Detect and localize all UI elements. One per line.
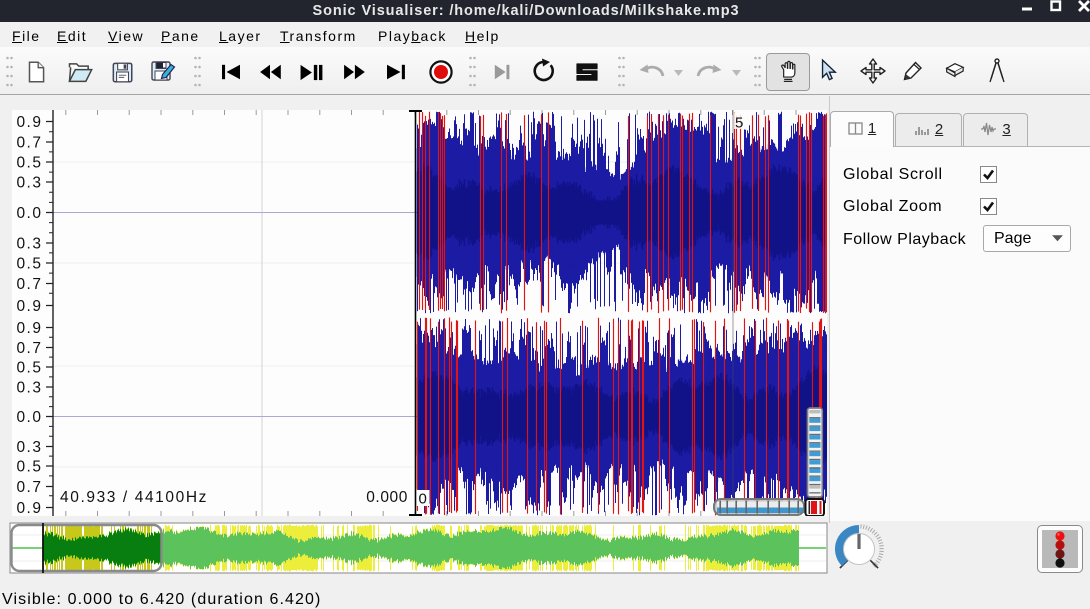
svg-text:0.3: 0.3	[16, 175, 42, 192]
svg-text:0.7: 0.7	[16, 276, 42, 293]
svg-text:0.3: 0.3	[16, 236, 42, 253]
svg-text:0.7: 0.7	[16, 479, 42, 496]
svg-text:0.9: 0.9	[16, 320, 42, 337]
svg-text:0.5: 0.5	[16, 360, 42, 377]
svg-text:0.0: 0.0	[16, 409, 42, 426]
svg-text:0.3: 0.3	[16, 439, 42, 456]
svg-text:0.7: 0.7	[16, 135, 42, 152]
svg-text:0.9: 0.9	[16, 298, 42, 315]
svg-text:0.9: 0.9	[16, 500, 42, 516]
svg-text:40.933 / 44100Hz: 40.933 / 44100Hz	[60, 489, 208, 506]
svg-text:0.9: 0.9	[16, 114, 42, 131]
svg-text:0.7: 0.7	[16, 340, 42, 357]
svg-text:5: 5	[735, 115, 743, 132]
svg-text:0.0: 0.0	[16, 205, 42, 222]
svg-text:0.000: 0.000	[366, 489, 408, 506]
svg-text:0.5: 0.5	[16, 256, 42, 273]
svg-text:0.3: 0.3	[16, 380, 42, 397]
svg-text:0.5: 0.5	[16, 459, 42, 476]
svg-text:0.5: 0.5	[16, 155, 42, 172]
svg-text:0: 0	[419, 491, 427, 508]
